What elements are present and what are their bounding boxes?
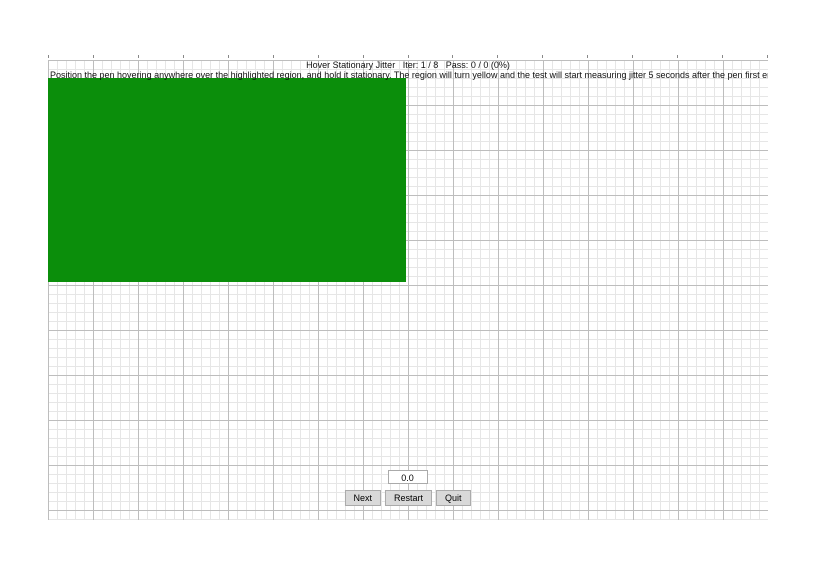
test-title: Hover Stationary Jitter (306, 60, 395, 70)
pass-value: 0 / 0 (0%) (471, 60, 510, 70)
quit-button[interactable]: Quit (436, 490, 471, 506)
iter-label: Iter: (403, 60, 419, 70)
header-title-line: Hover Stationary Jitter Iter: 1 / 8 Pass… (48, 60, 768, 70)
axis-ticks (48, 55, 768, 59)
pass-label: Pass: (446, 60, 469, 70)
highlight-region[interactable] (48, 78, 406, 282)
app-stage: Hover Stationary Jitter Iter: 1 / 8 Pass… (0, 0, 815, 584)
header-bar: Hover Stationary Jitter Iter: 1 / 8 Pass… (48, 60, 768, 80)
button-row: Next Restart Quit (344, 490, 470, 506)
iter-value: 1 / 8 (421, 60, 439, 70)
next-button[interactable]: Next (344, 490, 381, 506)
instructions-text: Position the pen hovering anywhere over … (48, 70, 768, 80)
restart-button[interactable]: Restart (385, 490, 432, 506)
jitter-readout: 0.0 (388, 470, 428, 484)
